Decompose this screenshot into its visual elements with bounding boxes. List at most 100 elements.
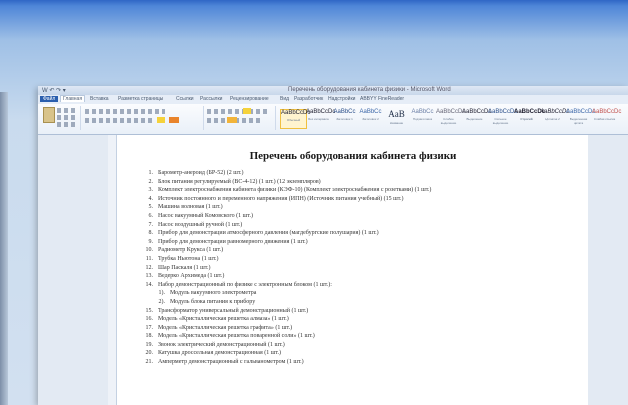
style-emphasis[interactable]: AaBbCcDc Выделение: [462, 109, 491, 127]
word-window: W ↶ ↷ ▾ Перечень оборудования кабинета ф…: [38, 86, 628, 405]
list-item-number: 2.: [148, 178, 154, 185]
list-item-text: Модель «Кристаллическая решетка алмаза» …: [158, 316, 289, 323]
list-item-number: 1.: [148, 170, 154, 176]
tab-references[interactable]: Ссылки: [176, 96, 194, 102]
style-subtitle[interactable]: AaBbCc Подзаголовок: [410, 109, 435, 127]
bold-italic-underline-icons[interactable]: [85, 118, 155, 123]
list-item-text: Набор демонстрационный по физике с элект…: [158, 281, 332, 288]
list-item: 3. Комплект электроснабжения кабинета физ…: [138, 186, 432, 195]
tab-developer[interactable]: Разработчик: [294, 96, 323, 102]
list-item-text: Блок питания регулируемый (ВС-4-12) (1 ш…: [158, 178, 321, 185]
list-item-text: Комплект электроснабжения кабинета физик…: [158, 187, 432, 194]
list-item-text: Прибор для демонстрации равномерного дви…: [158, 238, 308, 245]
tab-home[interactable]: Главная: [60, 95, 86, 102]
list-item-number: 12.: [145, 264, 154, 271]
font-name-select[interactable]: [85, 109, 165, 114]
show-formatting-icon[interactable]: [243, 108, 251, 114]
tab-review[interactable]: Рецензирование: [230, 96, 269, 102]
document-title: Перечень оборудования кабинета физики: [249, 150, 457, 162]
list-item: 7. Насос воздушный ручной (1 шт.): [138, 221, 431, 230]
list-item-number: 11.: [145, 255, 153, 262]
list-item-text: Модуль блока питания к прибору: [170, 298, 256, 305]
list-item-number: 3.: [148, 187, 154, 194]
list-item-text: Барометр-анероид (БР-52) (2 шт.): [158, 170, 244, 176]
list-item-number: 20.: [145, 350, 154, 357]
list-item: 18. Модель «Кристаллическая решетка повар…: [138, 332, 431, 341]
copy-icon[interactable]: [57, 115, 77, 120]
vertical-ruler: [108, 135, 117, 405]
list-item-number: 6.: [148, 212, 154, 219]
list-item-text: Ведерко Архимеда (1 шт.): [158, 273, 225, 280]
tab-mailings[interactable]: Рассылки: [200, 96, 222, 102]
list-item: 2). Модуль блока питания к прибору: [138, 298, 431, 307]
list-item-text: Трубка Ньютона (1 шт.): [158, 255, 219, 262]
list-item-number: 10.: [145, 247, 154, 254]
list-item: 15. Трансформатор универсальный демонстра…: [138, 307, 431, 316]
list-item-number: 7.: [148, 221, 154, 228]
tab-abbyy[interactable]: ABBYY FineReader: [360, 96, 404, 102]
tab-view[interactable]: Вид: [280, 96, 289, 102]
list-item-text: Шар Паскаля (1 шт.): [158, 264, 211, 271]
tab-file[interactable]: Файл: [40, 96, 59, 102]
list-item-number: 5.: [148, 204, 154, 211]
font-color-icon[interactable]: [169, 117, 179, 123]
list-item-text: Радиометр Крукса (1 шт.): [158, 247, 224, 254]
ribbon: AaBbCcDc Обычный AaBbCcDc Без интервала Aa…: [38, 104, 628, 135]
list-item: 17. Модель «Кристаллическая решетка графи…: [138, 324, 431, 333]
shading-icon[interactable]: [227, 117, 237, 123]
paste-icon[interactable]: [43, 107, 55, 123]
font-group: [83, 106, 204, 130]
style-subtle-emphasis[interactable]: AaBbCcDc Слабое выделение: [436, 109, 465, 127]
list-item-number: 17.: [145, 324, 154, 331]
previous-slide-edge: [0, 92, 8, 405]
list-item-text: Источник постоянного и переменного напря…: [158, 195, 404, 202]
list-item: 13. Ведерко Архимеда (1 шт.): [138, 272, 431, 281]
quick-access-toolbar[interactable]: W ↶ ↷ ▾: [42, 87, 66, 94]
list-item: 12. Шар Паскаля (1 шт.): [138, 264, 431, 273]
list-item-text: Звонок электрический демонстрационный (1…: [158, 341, 285, 348]
style-strong[interactable]: AaBbCcDc Строгий: [514, 109, 545, 127]
cut-icon[interactable]: [57, 108, 77, 113]
list-item: 5. Машина волновая (1 шт.): [138, 203, 431, 212]
list-item: 20. Катушка дроссельная демонстрационная …: [138, 349, 431, 358]
list-item-number: 4.: [148, 195, 154, 202]
list-item-text: Прибор для демонстрации атмосферного дав…: [158, 230, 379, 237]
style-title[interactable]: AaB Название: [384, 109, 409, 127]
list-item-number: 15.: [145, 307, 154, 314]
list-item-text: Модель «Кристаллическая решетка графита»…: [158, 324, 293, 331]
list-item-text: Машина волновая (1 шт.): [158, 204, 223, 211]
style-intense-quote[interactable]: AaBbCcDc Выделенная цитата: [566, 109, 595, 127]
format-painter-icon[interactable]: [57, 122, 77, 127]
document-page[interactable]: Перечень оборудования кабинета физики 1.…: [118, 135, 588, 405]
style-subtle-reference[interactable]: AaBbCcDc Слабая ссылка: [592, 109, 621, 127]
list-item-number: 18.: [145, 333, 154, 340]
list-item: 1). Модуль вакуумного электрометра: [138, 289, 431, 298]
list-item: 6. Насос вакуумный Комовского (1 шт.): [138, 212, 431, 221]
paragraph-group: [205, 106, 276, 130]
styles-group: AaBbCcDc Обычный AaBbCcDc Без интервала Aa…: [278, 106, 626, 130]
list-item-text: Катушка дроссельная демонстрационная (1 …: [158, 350, 282, 357]
style-quote[interactable]: AaBbCcDc Цитата 2: [540, 109, 569, 127]
list-item-text: Насос воздушный ручной (1 шт.): [158, 221, 243, 228]
tab-insert[interactable]: Вставка: [90, 96, 109, 102]
list-icons[interactable]: [207, 109, 267, 114]
list-item: 8. Прибор для демонстрации атмосферного д…: [138, 229, 431, 238]
highlight-color-icon[interactable]: [157, 117, 165, 123]
window-title: Перечень оборудования кабинета физики - …: [288, 87, 451, 93]
tab-page-layout[interactable]: Разметка страницы: [118, 96, 163, 102]
list-item-number: 2).: [158, 298, 166, 305]
style-heading-2[interactable]: AaBbCc Заголовок 2: [358, 109, 383, 127]
list-item-text: Модель «Кристаллическая решетка поваренн…: [158, 333, 315, 340]
list-item: 11. Трубка Ньютона (1 шт.): [138, 255, 431, 264]
list-item-number: 16.: [145, 316, 154, 323]
style-normal[interactable]: AaBbCcDc Обычный: [280, 109, 310, 129]
list-item: 4. Источник постоянного и переменного нап…: [138, 195, 431, 204]
list-item-number: 14.: [145, 281, 154, 288]
list-item: 21. Амперметр демонстрационный с гальвано…: [138, 358, 431, 367]
tab-addins[interactable]: Надстройки: [328, 96, 355, 102]
style-intense-emphasis[interactable]: AaBbCcDc Сильное выделение: [488, 109, 517, 127]
style-heading-1[interactable]: AaBbCc Заголовок 1: [332, 109, 357, 127]
list-item: 10. Радиометр Крукса (1 шт.): [138, 246, 431, 255]
list-item: 1. Барометр-анероид (БР-52) (2 шт.): [138, 169, 431, 178]
style-no-spacing[interactable]: AaBbCcDc Без интервала: [306, 109, 335, 127]
